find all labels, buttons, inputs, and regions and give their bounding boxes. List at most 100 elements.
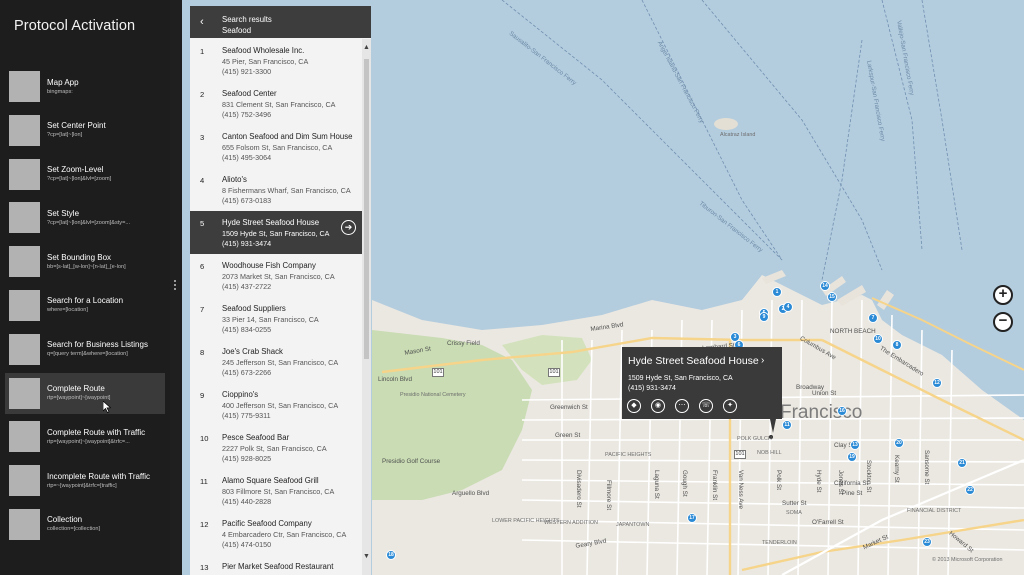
map-pin[interactable]: 11: [782, 420, 792, 430]
feature-item[interactable]: Search for Business Listings q=[query ter…: [5, 329, 165, 370]
phone-icon[interactable]: ☏: [699, 399, 713, 413]
pin-icon[interactable]: ✦: [723, 399, 737, 413]
result-phone: (415) 440-2828: [222, 497, 272, 506]
result-number: 11: [200, 477, 208, 486]
map-pin[interactable]: 10: [873, 334, 883, 344]
scroll-thumb[interactable]: [364, 59, 369, 359]
zoom-out-button[interactable]: −: [993, 312, 1013, 332]
feature-item[interactable]: Set Bounding Box bb=[s-lat]_[w-lon]~[n-la…: [5, 241, 165, 282]
search-result-item[interactable]: 13 Pier Market Seafood Restaurant: [190, 555, 362, 575]
result-address: 1509 Hyde St, San Francisco, CA: [222, 228, 330, 238]
feature-name: Search for Business Listings: [47, 340, 148, 350]
result-number: 1: [200, 47, 205, 56]
map-pin[interactable]: 22: [965, 485, 975, 495]
result-name: Pesce Seafood Bar: [222, 433, 290, 442]
feature-protocol: collection=[collection]: [47, 526, 101, 533]
map-label-arguello: Arguello Blvd: [452, 490, 490, 497]
feature-text: Set Style ?cp=[lat]~[lon]&lvl=[zoom]&sty=…: [47, 208, 159, 228]
result-number: 9: [200, 391, 205, 400]
map-label-polk: Polk St: [775, 470, 782, 490]
map-pin[interactable]: 9: [759, 312, 769, 322]
zoom-in-button[interactable]: +: [993, 285, 1013, 305]
result-body: Pier Market Seafood Restaurant: [222, 562, 358, 573]
map-pin[interactable]: 16: [837, 406, 847, 416]
feature-name: Complete Route with Traffic: [47, 427, 146, 437]
directions-icon[interactable]: ➔: [341, 220, 356, 235]
location-info-popup[interactable]: Hyde Street Seafood House › 1509 Hyde St…: [622, 347, 782, 433]
directions-icon[interactable]: ◆: [627, 399, 641, 413]
map-pin[interactable]: 15: [827, 292, 837, 302]
feature-item[interactable]: Map App bingmaps:: [5, 66, 165, 107]
map-label-japantown: JAPANTOWN: [616, 522, 650, 528]
nearby-icon[interactable]: ◉: [651, 399, 665, 413]
map-label-stockton: Stockton St: [865, 460, 872, 493]
search-result-item[interactable]: 7 Seafood Suppliers 33 Pier 14, San Franci…: [190, 297, 362, 340]
feature-item[interactable]: Set Zoom-Level ?cp=[lat]~[lon]&lvl=[zoom]: [5, 154, 165, 195]
map-pin[interactable]: 1: [772, 287, 782, 297]
result-name: Pacific Seafood Company: [222, 519, 312, 528]
map-pin[interactable]: 19: [847, 452, 857, 462]
result-address: 4 Embarcadero Ctr, San Francisco, CA: [222, 529, 347, 539]
map-pin[interactable]: 21: [957, 458, 967, 468]
result-body: Canton Seafood and Dim Sum House 655 Fols…: [222, 132, 358, 164]
popup-details: 1509 Hyde St, San Francisco, CA (415) 93…: [628, 374, 733, 394]
search-result-item[interactable]: 4 Alioto's 8 Fishermans Wharf, San Francis…: [190, 168, 362, 211]
map-label-greenwich: Greenwich St: [550, 404, 588, 411]
map-pin[interactable]: 7: [868, 313, 878, 323]
result-address: 2227 Polk St, San Francisco, CA: [222, 443, 327, 453]
map-label-divisadero: Divisadero St: [575, 470, 582, 508]
map-pin[interactable]: 17: [687, 513, 697, 523]
map-label-kearny: Kearny St: [893, 455, 900, 483]
result-body: Seafood Suppliers 33 Pier 14, San Francis…: [222, 304, 358, 336]
result-phone: (415) 928-8025: [222, 454, 272, 463]
pane-resize-grip[interactable]: [173, 280, 177, 294]
popup-title[interactable]: Hyde Street Seafood House: [628, 355, 759, 367]
feature-item[interactable]: Complete Route with Traffic rtp=[waypoint…: [5, 416, 165, 457]
feature-item[interactable]: Set Style ?cp=[lat]~[lon]&lvl=[zoom]&sty=…: [5, 197, 165, 238]
result-name: Hyde Street Seafood House: [222, 218, 320, 227]
results-scrollbar[interactable]: ▲ ▼: [362, 39, 371, 575]
search-result-item[interactable]: 6 Woodhouse Fish Company 2073 Market St, S…: [190, 254, 362, 297]
feature-text: Collection collection=[collection]: [47, 514, 159, 534]
map-pin[interactable]: 14: [820, 281, 830, 291]
search-result-item[interactable]: 3 Canton Seafood and Dim Sum House 655 Fol…: [190, 125, 362, 168]
feature-item[interactable]: Collection collection=[collection]: [5, 504, 165, 545]
feature-text: Set Zoom-Level ?cp=[lat]~[lon]&lvl=[zoom]: [47, 164, 159, 184]
feature-item[interactable]: Search for a Location where=[location]: [5, 285, 165, 326]
map-pin[interactable]: 8: [892, 340, 902, 350]
search-result-item[interactable]: 11 Alamo Square Seafood Grill 803 Fillmore…: [190, 469, 362, 512]
map-label-crissy: Crissy Field: [447, 340, 480, 347]
map-pin[interactable]: 4: [783, 302, 793, 312]
map-label-gough: Gough St: [681, 470, 688, 497]
result-phone: (415) 673-2266: [222, 368, 272, 377]
feature-name: Complete Route: [47, 384, 105, 394]
feature-item[interactable]: Incomplete Route with Traffic rtp=~[waypo…: [5, 460, 165, 501]
feature-item[interactable]: Complete Route rtp=[waypoint]~[waypoint]: [5, 372, 165, 414]
feature-item[interactable]: Set Center Point ?cp=[lat]~[lon]: [5, 110, 165, 151]
search-result-item[interactable]: 2 Seafood Center 831 Clement St, San Franc…: [190, 82, 362, 125]
map-pin[interactable]: 23: [922, 537, 932, 547]
result-address: 45 Pier, San Francisco, CA: [222, 56, 309, 66]
scroll-down-icon[interactable]: ▼: [363, 553, 370, 560]
feature-protocol: where=[location]: [47, 307, 88, 314]
search-result-item[interactable]: 1 Seafood Wholesale Inc. 45 Pier, San Fran…: [190, 39, 362, 82]
search-result-item[interactable]: 8 Joe's Crab Shack 245 Jefferson St, San F…: [190, 340, 362, 383]
map-pin[interactable]: 20: [894, 438, 904, 448]
search-results-panel: ‹ Search results Seafood 1 Seafood Wholes…: [190, 6, 371, 575]
chevron-right-icon[interactable]: ›: [761, 355, 764, 366]
website-icon[interactable]: ⋯: [675, 399, 689, 413]
result-address: 803 Fillmore St, San Francisco, CA: [222, 486, 335, 496]
search-result-item[interactable]: 9 Cioppino's 400 Jefferson St, San Francis…: [190, 383, 362, 426]
map-pin[interactable]: 18: [386, 550, 396, 560]
feature-protocol: ?cp=[lat]~[lon]&lvl=[zoom]&sty=...: [47, 219, 131, 226]
search-result-item[interactable]: 12 Pacific Seafood Company 4 Embarcadero C…: [190, 512, 362, 555]
scroll-up-icon[interactable]: ▲: [363, 44, 370, 51]
search-result-item[interactable]: 10 Pesce Seafood Bar 2227 Polk St, San Fra…: [190, 426, 362, 469]
back-arrow-icon[interactable]: ‹: [200, 16, 204, 28]
map-pin[interactable]: 12: [932, 378, 942, 388]
map-pin[interactable]: 13: [850, 440, 860, 450]
map-label-ofarrell: O'Farrell St: [812, 519, 844, 526]
map-label-city: Francisco: [780, 402, 863, 423]
result-number: 2: [200, 90, 205, 99]
search-result-item[interactable]: 5 Hyde Street Seafood House 1509 Hyde St, …: [190, 211, 362, 254]
